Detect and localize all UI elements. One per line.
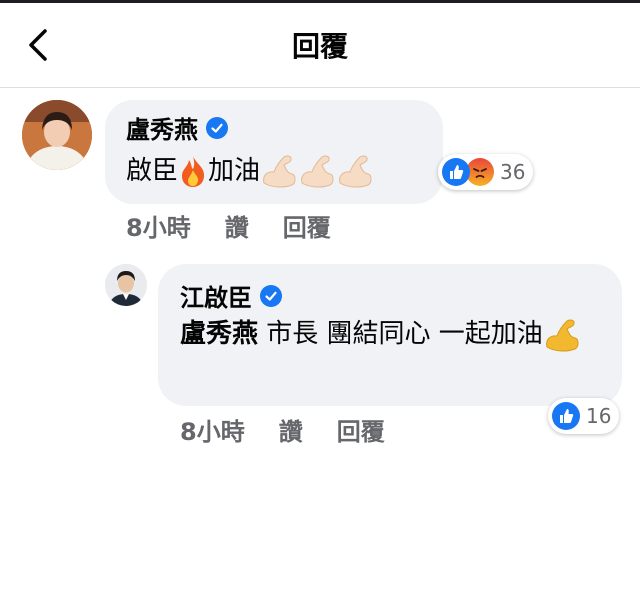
avatar[interactable] [105, 264, 147, 306]
like-button[interactable]: 讚 [279, 418, 303, 446]
fire-emoji-icon [182, 156, 205, 187]
comment-text: 盧秀燕 市長 團結同心 一起加油 [180, 313, 610, 355]
comment-author[interactable]: 盧秀燕 [126, 110, 228, 145]
comment-time: 8小時 [126, 214, 191, 242]
reaction-summary[interactable]: 16 [548, 398, 620, 434]
verified-badge-icon [260, 284, 282, 307]
flexed-biceps-emoji-icon [339, 155, 372, 188]
verified-badge-icon [206, 116, 228, 139]
like-reaction-icon [442, 158, 470, 186]
mention-link[interactable]: 盧秀燕 [180, 319, 258, 349]
flexed-biceps-emoji-icon [301, 155, 334, 188]
flexed-biceps-emoji-icon [263, 155, 296, 188]
like-button[interactable]: 讚 [225, 214, 249, 242]
page-title: 回覆 [291, 30, 348, 63]
avatar[interactable] [22, 100, 92, 170]
comment-text-part: 市長 團結同心 一起加油 [258, 319, 543, 349]
reply-button[interactable]: 回覆 [283, 214, 331, 242]
reply-button[interactable]: 回覆 [337, 418, 385, 446]
header: 回覆 [0, 3, 640, 88]
comment-text-part: 加油 [208, 156, 261, 186]
comment-meta: 8小時 讚 回覆 [126, 208, 365, 243]
comment-author[interactable]: 江啟臣 [180, 278, 282, 313]
comment-text-part: 啟臣 [126, 156, 179, 186]
reaction-summary[interactable]: 36 [438, 154, 534, 190]
like-reaction-icon [552, 402, 580, 430]
flexed-biceps-emoji-icon [545, 319, 579, 352]
reaction-count: 36 [500, 160, 526, 184]
angry-reaction-icon [466, 158, 494, 186]
comment-text: 啟臣 加油 [126, 150, 374, 192]
author-name: 江啟臣 [180, 284, 252, 312]
reaction-count: 16 [586, 404, 612, 428]
author-name: 盧秀燕 [126, 116, 198, 144]
comment-meta: 8小時 讚 回覆 [180, 412, 419, 447]
comment-time: 8小時 [180, 418, 245, 446]
